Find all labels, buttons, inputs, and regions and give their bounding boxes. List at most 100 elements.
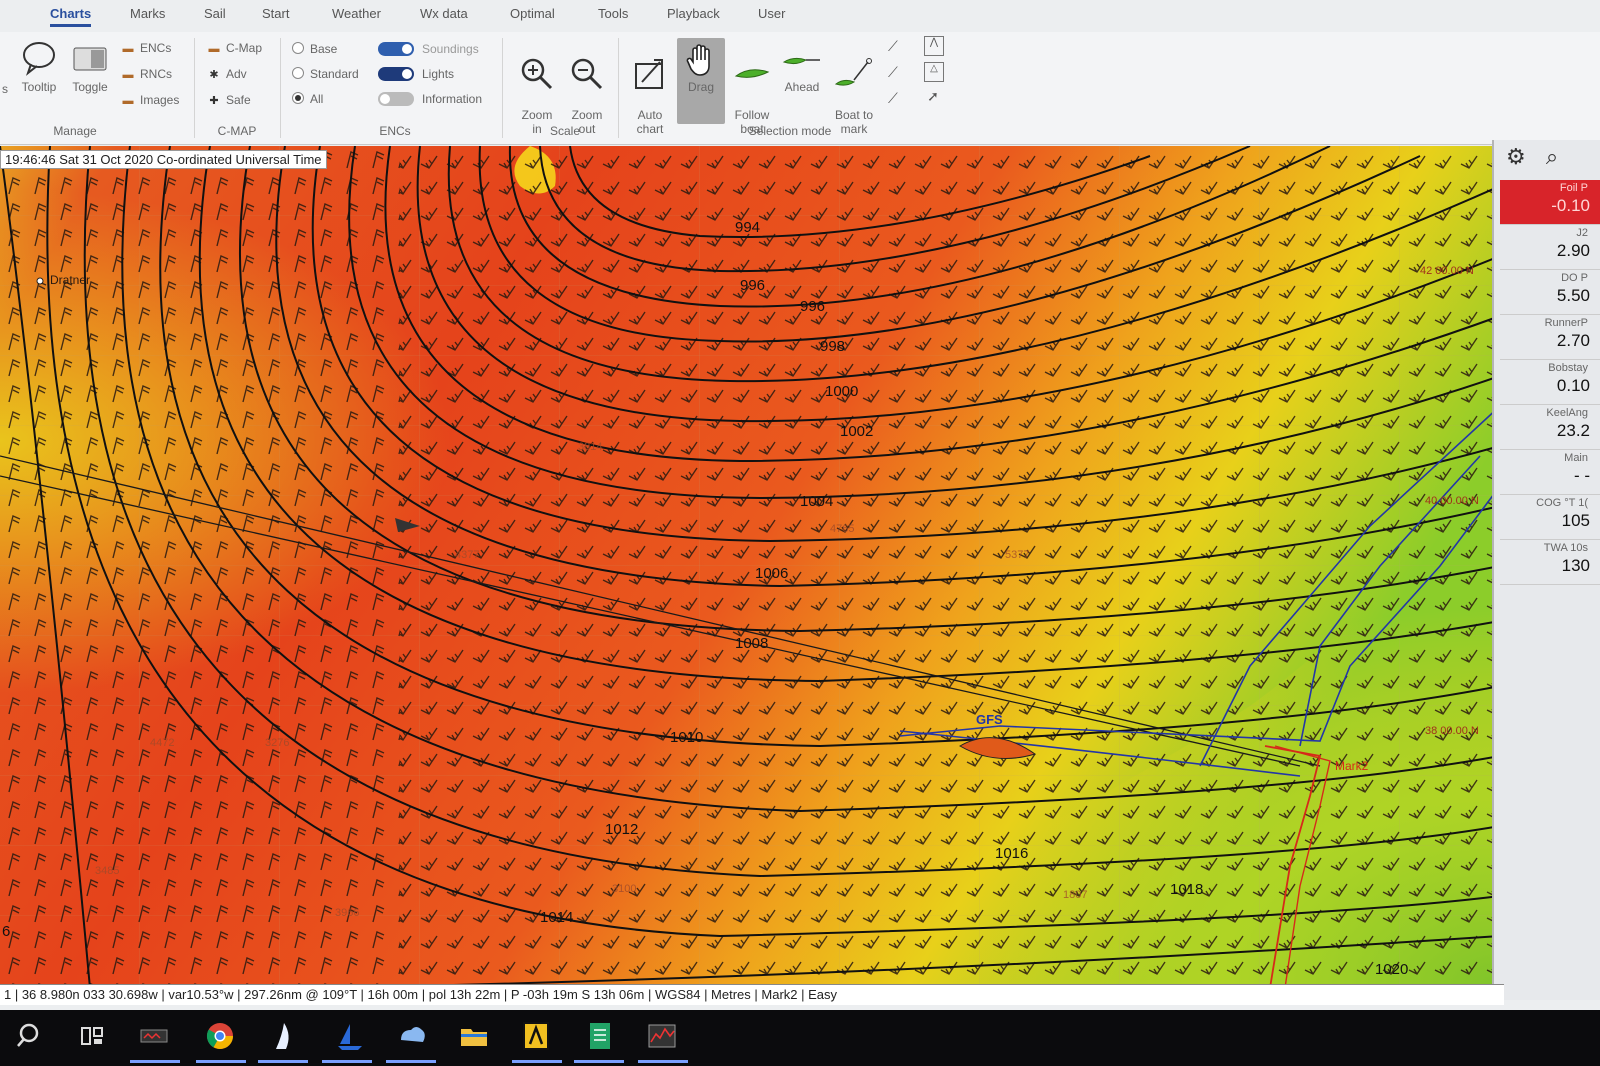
safe-button[interactable]: ✚ Safe bbox=[206, 91, 251, 109]
all-radio[interactable]: All bbox=[292, 90, 323, 108]
instrument-2[interactable]: DO P 5.50 bbox=[1500, 270, 1600, 315]
radio-selected-icon bbox=[292, 92, 304, 104]
taskbar bbox=[0, 1010, 1600, 1066]
toggle-button[interactable]: Toggle bbox=[68, 38, 112, 94]
active-app-indicator bbox=[574, 1060, 624, 1063]
spreadsheet-icon[interactable] bbox=[584, 1020, 616, 1052]
instrument-1[interactable]: J2 2.90 bbox=[1500, 225, 1600, 270]
rncs-button[interactable]: ▬ RNCs bbox=[120, 65, 173, 83]
images-label: Images bbox=[140, 93, 180, 107]
tab-optimal[interactable]: Optimal bbox=[510, 6, 555, 21]
isobar-label: 1012 bbox=[605, 821, 638, 838]
instrument-4[interactable]: Bobstay 0.10 bbox=[1500, 360, 1600, 405]
instrument-3[interactable]: RunnerP 2.70 bbox=[1500, 315, 1600, 360]
chart-map[interactable]: 994 996 996 998 1000 1002 1004 1006 1008… bbox=[0, 146, 1500, 988]
zoom-in-button[interactable]: Zoom in bbox=[514, 42, 560, 136]
chart-app-icon[interactable] bbox=[646, 1020, 678, 1052]
instrument-value: 2.70 bbox=[1556, 331, 1590, 350]
measure-line-icon[interactable]: ⟋ bbox=[888, 64, 898, 90]
tab-marks[interactable]: Marks bbox=[130, 6, 165, 21]
tooltip-button[interactable]: Tooltip bbox=[16, 38, 62, 94]
ahead-button[interactable]: Ahead bbox=[778, 42, 826, 94]
place-marker-icon bbox=[36, 277, 44, 285]
active-app-indicator bbox=[258, 1060, 308, 1063]
base-label: Base bbox=[310, 42, 338, 56]
view-tool-icons: ⋀ △ ➚ bbox=[924, 36, 944, 106]
lights-toggle[interactable]: Lights bbox=[378, 65, 454, 83]
adv-button[interactable]: ✱ Adv bbox=[206, 65, 246, 83]
tab-charts[interactable]: Charts bbox=[50, 6, 92, 27]
rncs-label: RNCs bbox=[140, 67, 172, 81]
isobar-label: 996 bbox=[740, 277, 765, 294]
tab-playback[interactable]: Playback bbox=[667, 6, 720, 21]
safe-label: Safe bbox=[226, 93, 251, 107]
follow-boat-button[interactable]: Follow boat bbox=[728, 42, 776, 136]
toggle-label: Toggle bbox=[72, 80, 108, 94]
cmap-button[interactable]: ▬ C-Map bbox=[206, 39, 263, 57]
soundings-toggle[interactable]: Soundings bbox=[378, 40, 479, 58]
tab-tools[interactable]: Tools bbox=[598, 6, 628, 21]
depth-label: 3814 bbox=[578, 441, 602, 453]
instrument-value: -0.10 bbox=[1551, 196, 1590, 215]
active-app-indicator bbox=[322, 1060, 372, 1063]
sail-app-icon[interactable] bbox=[268, 1020, 300, 1052]
encs-button[interactable]: ▬ ENCs bbox=[120, 39, 172, 57]
instrument-5[interactable]: KeelAng 23.2 bbox=[1500, 405, 1600, 450]
tab-wx-data[interactable]: Wx data bbox=[420, 6, 468, 21]
isobar-label: 1010 bbox=[670, 729, 703, 746]
instrument-value: 23.2 bbox=[1556, 421, 1590, 440]
boat-to-mark-button[interactable]: Boat to mark bbox=[828, 42, 880, 136]
instrument-8[interactable]: TWA 10s 130 bbox=[1500, 540, 1600, 585]
search-icon[interactable]: ⌕ bbox=[1546, 144, 1558, 169]
tab-start[interactable]: Start bbox=[262, 6, 289, 21]
isobar-label: 1002 bbox=[840, 423, 873, 440]
auto-chart-button[interactable]: Auto chart bbox=[626, 42, 674, 136]
measure-route-icon[interactable]: ⟋ bbox=[888, 90, 898, 116]
folder-icon: ▬ bbox=[122, 69, 134, 81]
standard-radio[interactable]: Standard bbox=[292, 65, 359, 83]
folder-icon: ▬ bbox=[122, 95, 134, 107]
graph-icon[interactable]: ⋀ bbox=[924, 36, 944, 56]
toggle-panel-icon bbox=[73, 47, 107, 71]
instrument-value: 2.90 bbox=[1556, 241, 1590, 260]
lights-label: Lights bbox=[422, 67, 455, 81]
drag-label: Drag bbox=[687, 80, 714, 94]
measure-angle-icon[interactable]: ⟋ bbox=[888, 38, 898, 64]
images-button[interactable]: ▬ Images bbox=[120, 91, 180, 109]
information-toggle[interactable]: Information bbox=[378, 90, 482, 108]
app-icon[interactable] bbox=[138, 1020, 170, 1052]
search-icon[interactable] bbox=[14, 1020, 46, 1052]
file-explorer-icon[interactable] bbox=[458, 1020, 490, 1052]
instrument-0[interactable]: Foil P -0.10 bbox=[1500, 180, 1600, 225]
active-app-indicator bbox=[638, 1060, 688, 1063]
network-app-icon[interactable] bbox=[396, 1020, 428, 1052]
depth-label: 3966 bbox=[335, 907, 359, 919]
soundings-label: Soundings bbox=[422, 42, 479, 56]
drag-button[interactable]: Drag bbox=[677, 38, 725, 124]
folder-icon: ▬ bbox=[208, 43, 220, 55]
weather-overlay[interactable]: 994 996 996 998 1000 1002 1004 1006 1008… bbox=[0, 146, 1500, 988]
ribbon-separator bbox=[618, 38, 619, 138]
gear-icon[interactable]: ⚙ bbox=[1506, 144, 1526, 169]
isobar-label: 1016 bbox=[995, 845, 1028, 862]
finish-mark-label: Mark2 bbox=[1335, 759, 1369, 773]
toggle-off-icon bbox=[378, 92, 414, 106]
base-radio[interactable]: Base bbox=[292, 40, 337, 58]
instrument-label: COG °T 1( bbox=[1536, 497, 1588, 509]
isobar-label: 1006 bbox=[755, 565, 788, 582]
ribbon-separator bbox=[280, 38, 281, 138]
tab-user[interactable]: User bbox=[758, 6, 785, 21]
partial-button-label[interactable]: s bbox=[0, 82, 12, 96]
tab-weather[interactable]: Weather bbox=[332, 6, 381, 21]
chrome-icon[interactable] bbox=[204, 1020, 236, 1052]
expedition-icon[interactable] bbox=[520, 1020, 552, 1052]
panel-tools: ⚙ ⌕ bbox=[1506, 144, 1558, 170]
instrument-6[interactable]: Main - - bbox=[1500, 450, 1600, 495]
chart-icon[interactable]: △ bbox=[924, 62, 944, 82]
tab-sail[interactable]: Sail bbox=[204, 6, 226, 21]
pointer-icon[interactable]: ➚ bbox=[924, 88, 942, 106]
task-view-icon[interactable] bbox=[76, 1020, 108, 1052]
zoom-out-button[interactable]: Zoom out bbox=[564, 42, 610, 136]
instrument-7[interactable]: COG °T 1(105 bbox=[1500, 495, 1600, 540]
boat-app-icon[interactable] bbox=[334, 1020, 366, 1052]
